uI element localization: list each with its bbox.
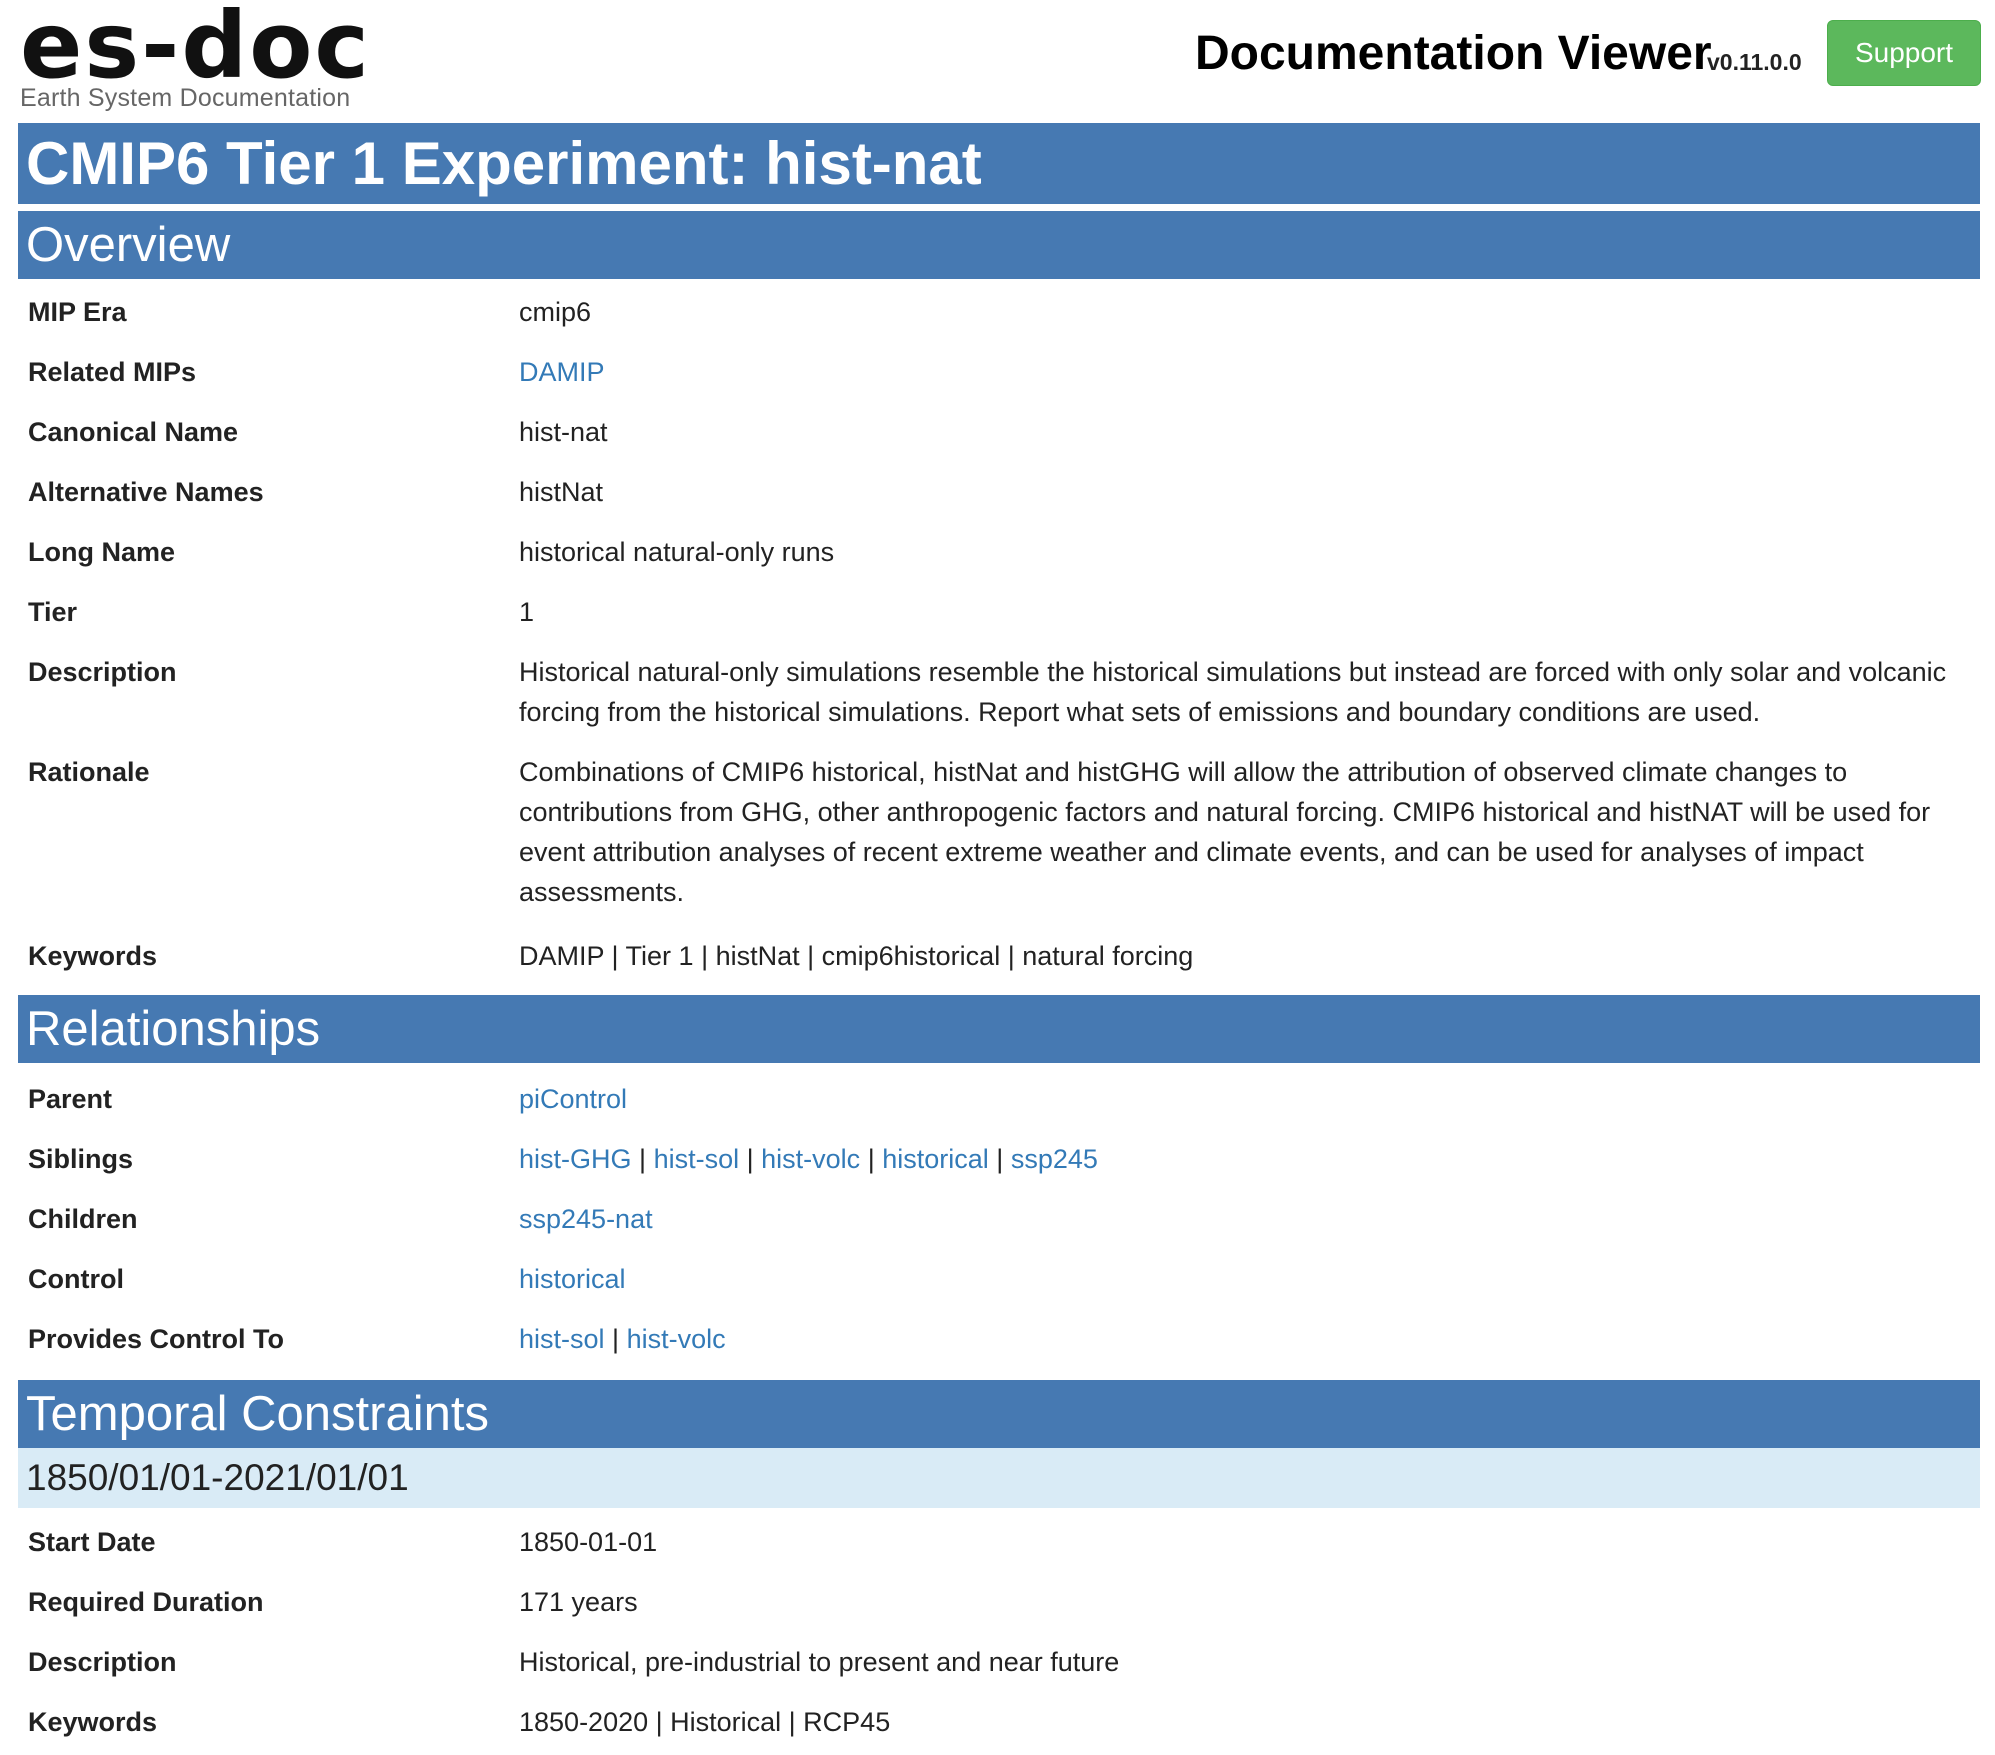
field-label: Provides Control To: [28, 1324, 285, 1354]
field-label: Children: [28, 1204, 138, 1234]
field-label: Related MIPs: [28, 357, 197, 387]
field-value: DAMIP | Tier 1 | histNat | cmip6historic…: [519, 941, 1194, 971]
field-label: Parent: [28, 1084, 113, 1114]
field-label: Keywords: [28, 1707, 158, 1737]
link-picontrol[interactable]: piControl: [519, 1084, 627, 1114]
field-value: hist-nat: [519, 417, 608, 447]
link-hist-sol-control[interactable]: hist-sol: [519, 1324, 605, 1354]
field-label: Control: [28, 1264, 124, 1294]
viewer-title: Documentation Viewer: [1195, 27, 1712, 80]
field-label: Description: [28, 1647, 177, 1677]
separator: |: [639, 1144, 647, 1174]
field-label: MIP Era: [28, 297, 127, 327]
field-value: histNat: [519, 477, 604, 507]
separator: |: [867, 1144, 875, 1174]
field-value: DAMIP: [519, 352, 1989, 392]
field-label: Alternative Names: [28, 477, 264, 507]
field-value: ssp245-nat: [519, 1199, 1989, 1239]
separator: |: [996, 1144, 1004, 1174]
link-hist-ghg[interactable]: hist-GHG: [519, 1144, 632, 1174]
temporal-subheading: 1850/01/01-2021/01/01: [18, 1448, 1980, 1508]
support-button[interactable]: Support: [1827, 20, 1981, 86]
section-relationships-heading: Relationships: [18, 995, 1980, 1063]
viewer-version: v0.11.0.0: [1707, 49, 1802, 75]
link-hist-volc-control[interactable]: hist-volc: [627, 1324, 726, 1354]
field-value: 1850-2020 | Historical | RCP45: [519, 1707, 891, 1737]
separator: |: [746, 1144, 754, 1174]
field-label: Canonical Name: [28, 417, 239, 447]
field-value: 1850-01-01: [519, 1527, 658, 1557]
field-value: historical: [519, 1259, 1989, 1299]
field-value: historical natural-only runs: [519, 537, 835, 567]
field-value: Historical natural-only simulations rese…: [519, 657, 1947, 727]
separator: |: [612, 1324, 620, 1354]
field-label: Start Date: [28, 1527, 156, 1557]
link-hist-volc[interactable]: hist-volc: [761, 1144, 860, 1174]
field-value: 171 years: [519, 1587, 638, 1617]
field-label: Description: [28, 657, 177, 687]
link-historical-control[interactable]: historical: [519, 1264, 626, 1294]
logo-tagline: Earth System Documentation: [20, 84, 351, 112]
field-label: Long Name: [28, 537, 176, 567]
field-value: Historical, pre-industrial to present an…: [519, 1647, 1120, 1677]
field-label: Siblings: [28, 1144, 134, 1174]
page: es-doc Earth System Documentation Docume…: [0, 0, 1995, 1755]
field-label: Tier: [28, 597, 78, 627]
header: es-doc Earth System Documentation Docume…: [0, 0, 1995, 122]
link-ssp245[interactable]: ssp245: [1011, 1144, 1098, 1174]
field-value: 1: [519, 597, 535, 627]
link-damip[interactable]: DAMIP: [519, 357, 605, 387]
field-value: piControl: [519, 1079, 1989, 1119]
page-title: CMIP6 Tier 1 Experiment: hist-nat: [18, 123, 1980, 204]
field-value: cmip6: [519, 297, 592, 327]
link-hist-sol[interactable]: hist-sol: [654, 1144, 740, 1174]
field-value: hist-GHG | hist-sol | hist-volc | histor…: [519, 1139, 1989, 1179]
field-value: Combinations of CMIP6 historical, histNa…: [519, 757, 1931, 907]
link-historical[interactable]: historical: [882, 1144, 989, 1174]
es-doc-logo[interactable]: es-doc Earth System Documentation: [20, 0, 371, 113]
section-overview-heading: Overview: [18, 211, 1980, 279]
logo-wordmark: es-doc: [20, 0, 371, 99]
field-label: Keywords: [28, 941, 158, 971]
section-temporal-heading: Temporal Constraints: [18, 1380, 1980, 1448]
field-label: Required Duration: [28, 1587, 264, 1617]
link-ssp245-nat[interactable]: ssp245-nat: [519, 1204, 653, 1234]
field-value: hist-sol | hist-volc: [519, 1319, 1989, 1359]
field-label: Rationale: [28, 757, 150, 787]
